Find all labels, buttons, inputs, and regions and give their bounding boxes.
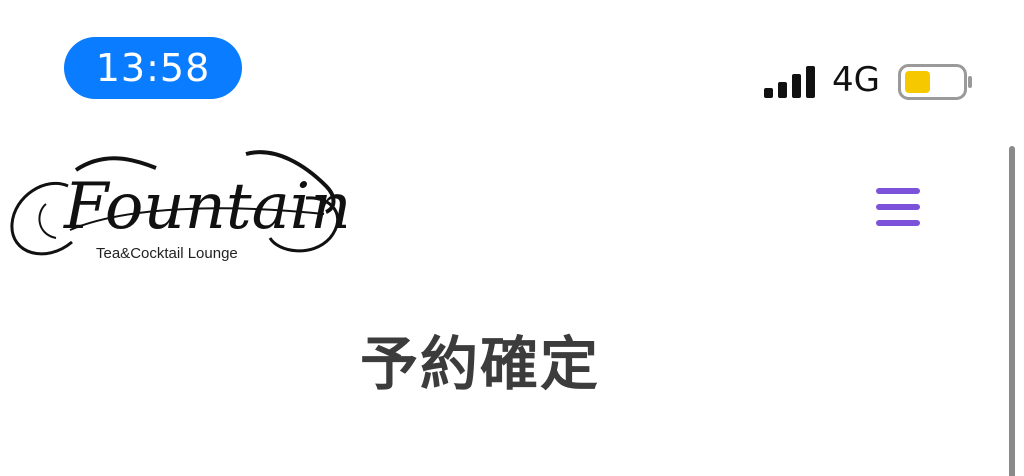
battery-level-fill — [905, 71, 930, 93]
scrollbar[interactable] — [1009, 146, 1015, 476]
logo-tagline: Tea&Cocktail Lounge — [96, 245, 238, 262]
fountain-logo[interactable]: Fountain Tea&Cocktail Lounge — [6, 146, 346, 270]
status-time-label: 13:58 — [95, 46, 211, 90]
page-title: 予約確定 — [359, 330, 600, 398]
hamburger-menu-icon[interactable] — [874, 186, 922, 228]
status-time: 13:58 — [64, 37, 242, 99]
cellular-signal-icon — [764, 66, 815, 98]
network-type: 4G — [832, 60, 880, 100]
app-screen: 13:58 4G Fountain Tea&Cocktail Lounge 予約… — [0, 0, 1024, 476]
logo-wordmark: Fountain — [63, 170, 346, 244]
battery-icon — [898, 64, 972, 100]
